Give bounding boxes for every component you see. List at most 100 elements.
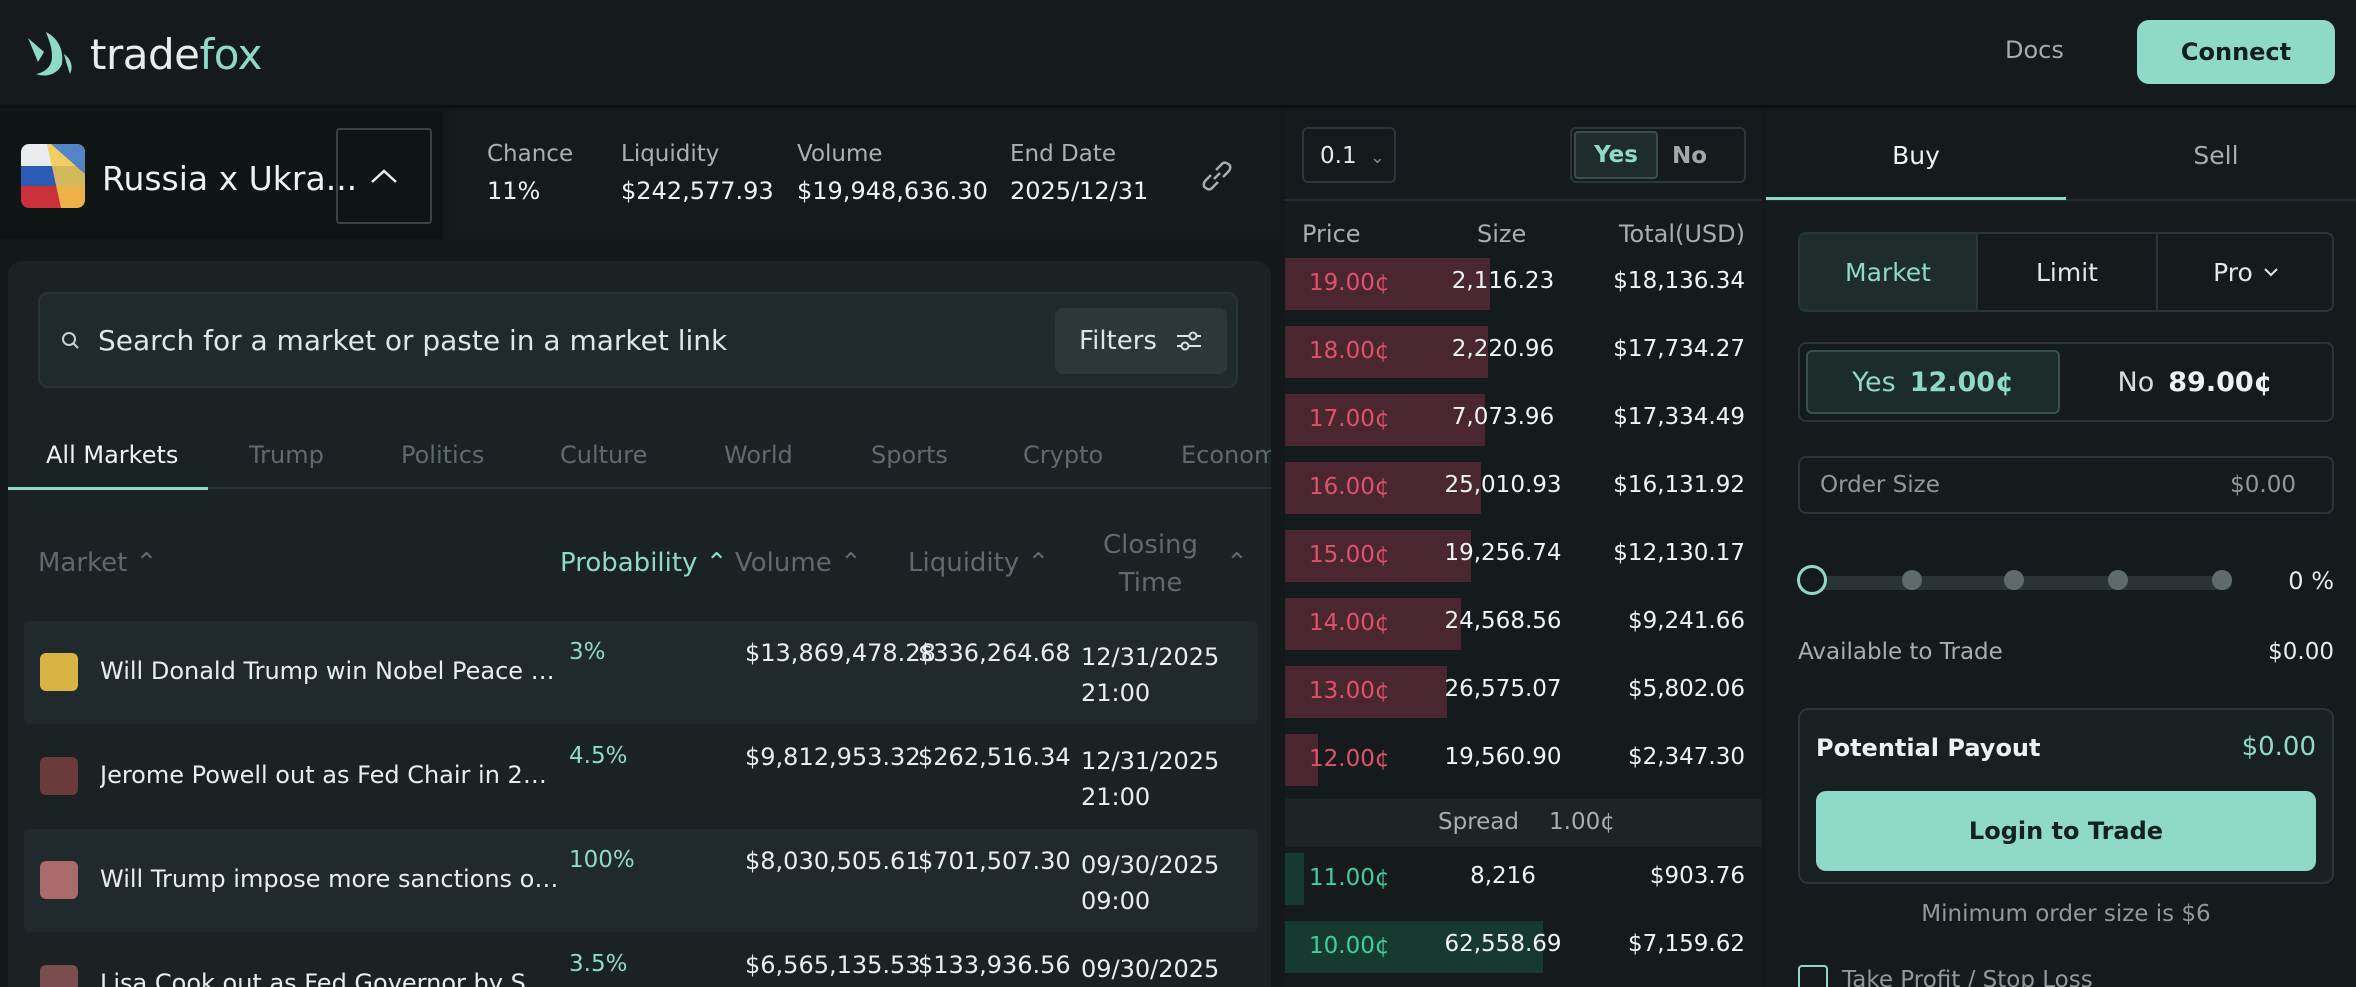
ask-row[interactable]: 12.00¢ 19,560.90 $2,347.30 — [1285, 732, 1762, 788]
trade-panel: Buy Sell Market Limit Pro Yes 12.00¢ No … — [1766, 111, 2356, 987]
market-probability: 100% — [569, 847, 635, 873]
slider-step[interactable] — [2108, 570, 2128, 590]
column-volume[interactable]: Volume ⌃ — [735, 548, 862, 578]
table-row[interactable]: Lisa Cook out as Fed Governor by Septe..… — [24, 933, 1258, 987]
ask-total: $2,347.30 — [1627, 744, 1745, 770]
ask-row[interactable]: 16.00¢ 25,010.93 $16,131.92 — [1285, 460, 1762, 516]
ask-size: 2,220.96 — [1451, 336, 1555, 362]
stat-liquidity: Liquidity $242,577.93 — [621, 141, 774, 205]
search-input[interactable]: Search for a market or paste in a market… — [98, 324, 727, 357]
bid-row[interactable]: 10.00¢ 62,558.69 $7,159.62 — [1285, 919, 1762, 975]
search-icon — [62, 332, 79, 349]
ask-row[interactable]: 15.00¢ 19,256.74 $12,130.17 — [1285, 528, 1762, 584]
order-size-value: $0.00 — [2230, 472, 2296, 498]
outcome-yes-button[interactable]: Yes 12.00¢ — [1806, 350, 2060, 414]
chevron-down-icon: ⌄ — [1369, 147, 1385, 168]
tab-all-markets[interactable]: All Markets — [46, 441, 178, 469]
bid-price: 11.00¢ — [1309, 865, 1390, 891]
tab-economy[interactable]: Econom — [1181, 441, 1271, 469]
bid-total: $7,159.62 — [1627, 931, 1745, 957]
tpsl-checkbox[interactable] — [1798, 965, 1828, 987]
ask-price: 17.00¢ — [1309, 406, 1390, 432]
ask-row[interactable]: 13.00¢ 26,575.07 $5,802.06 — [1285, 664, 1762, 720]
ask-size: 24,568.56 — [1444, 608, 1562, 634]
link-icon[interactable] — [1197, 156, 1237, 200]
ask-total: $17,734.27 — [1613, 336, 1745, 362]
login-to-trade-button[interactable]: Login to Trade — [1816, 791, 2316, 871]
order-type-pro[interactable]: Pro — [2158, 234, 2334, 310]
market-liquidity: $133,936.56 — [918, 951, 1071, 979]
market-flag-image — [21, 144, 85, 208]
header-price: Price — [1302, 220, 1361, 248]
column-closing-time[interactable]: Closing Time — [1103, 526, 1198, 602]
slider-step[interactable] — [2004, 570, 2024, 590]
market-probability: 3% — [569, 639, 606, 665]
take-profit-stop-loss[interactable]: Take Profit / Stop Loss — [1798, 965, 2093, 987]
tab-trump[interactable]: Trump — [249, 441, 324, 469]
table-row[interactable]: Will Trump impose more sanctions on ... … — [24, 829, 1258, 932]
stat-volume: Volume $19,948,636.30 — [797, 141, 988, 205]
available-to-trade: Available to Trade $0.00 — [1798, 639, 2334, 665]
ask-total: $12,130.17 — [1613, 540, 1745, 566]
toggle-yes-button[interactable]: Yes — [1574, 131, 1658, 179]
table-row[interactable]: Will Donald Trump win Nobel Peace Pri...… — [24, 621, 1258, 724]
market-thumbnail — [40, 965, 78, 987]
slider-step[interactable] — [1902, 570, 1922, 590]
bid-row[interactable]: 11.00¢ 8,216 $903.76 — [1285, 851, 1762, 907]
docs-link[interactable]: Docs — [2005, 36, 2064, 64]
outcome-no-button[interactable]: No 89.00¢ — [2068, 350, 2322, 414]
search-bar[interactable]: Search for a market or paste in a market… — [38, 292, 1238, 388]
column-market[interactable]: Market ⌃ — [38, 548, 157, 578]
bid-price: 10.00¢ — [1309, 933, 1390, 959]
tab-culture[interactable]: Culture — [560, 441, 647, 469]
yes-no-toggle: Yes No — [1570, 127, 1746, 183]
ask-total: $9,241.66 — [1627, 608, 1745, 634]
connect-button[interactable]: Connect — [2137, 20, 2335, 84]
toggle-no-button[interactable]: No — [1672, 143, 1707, 169]
market-probability: 4.5% — [569, 743, 628, 769]
chevron-up-icon: ⌃ — [1226, 548, 1248, 578]
ask-row[interactable]: 17.00¢ 7,073.96 $17,334.49 — [1285, 392, 1762, 448]
ask-row[interactable]: 19.00¢ 2,116.23 $18,136.34 — [1285, 256, 1762, 312]
order-size-field[interactable]: Order Size $0.00 — [1798, 456, 2334, 514]
market-thumbnail — [40, 653, 78, 691]
brand-logo[interactable]: tradefox — [24, 28, 263, 80]
ask-row[interactable]: 14.00¢ 24,568.56 $9,241.66 — [1285, 596, 1762, 652]
column-probability[interactable]: Probability ⌃ — [560, 548, 728, 578]
tab-world[interactable]: World — [724, 441, 793, 469]
bid-size: 62,558.69 — [1444, 931, 1562, 957]
ask-size: 19,256.74 — [1444, 540, 1562, 566]
market-closing-time: 09/30/2025 — [1081, 955, 1220, 983]
selected-market-card: Russia x Ukra... — [0, 111, 443, 239]
market-liquidity: $262,516.34 — [918, 743, 1071, 771]
slider-percent: 0 % — [2288, 567, 2334, 595]
brand-name: tradefox — [90, 29, 263, 79]
filters-button[interactable]: Filters — [1055, 308, 1227, 374]
market-name: Will Donald Trump win Nobel Peace Pri... — [100, 657, 560, 685]
collapse-market-button[interactable] — [336, 128, 432, 224]
ask-size: 25,010.93 — [1444, 472, 1562, 498]
tab-buy[interactable]: Buy — [1766, 111, 2066, 199]
tab-crypto[interactable]: Crypto — [1023, 441, 1103, 469]
tab-politics[interactable]: Politics — [401, 441, 484, 469]
chevron-up-icon — [371, 169, 397, 183]
active-tab-indicator — [8, 487, 208, 490]
column-liquidity[interactable]: Liquidity ⌃ — [908, 548, 1049, 578]
ask-row[interactable]: 18.00¢ 2,220.96 $17,734.27 — [1285, 324, 1762, 380]
market-name: Jerome Powell out as Fed Chair in 2025? — [100, 761, 560, 789]
market-liquidity: $701,507.30 — [918, 847, 1071, 875]
ask-total: $5,802.06 — [1627, 676, 1745, 702]
market-volume: $13,869,478.28 — [745, 639, 936, 667]
size-slider-handle[interactable] — [1797, 565, 1827, 595]
order-type-limit[interactable]: Limit — [1978, 234, 2156, 310]
tab-sell[interactable]: Sell — [2066, 111, 2356, 199]
table-row[interactable]: Jerome Powell out as Fed Chair in 2025? … — [24, 725, 1258, 828]
min-order-note: Minimum order size is $6 — [1921, 901, 2211, 927]
sliders-icon — [1176, 331, 1201, 351]
slider-step[interactable] — [2212, 570, 2232, 590]
ask-size: 2,116.23 — [1451, 268, 1555, 294]
market-name: Will Trump impose more sanctions on ... — [100, 865, 560, 893]
tick-size-select[interactable]: 0.1 ⌄ — [1302, 127, 1396, 183]
tab-sports[interactable]: Sports — [871, 441, 948, 469]
order-type-market[interactable]: Market — [1800, 234, 1976, 310]
